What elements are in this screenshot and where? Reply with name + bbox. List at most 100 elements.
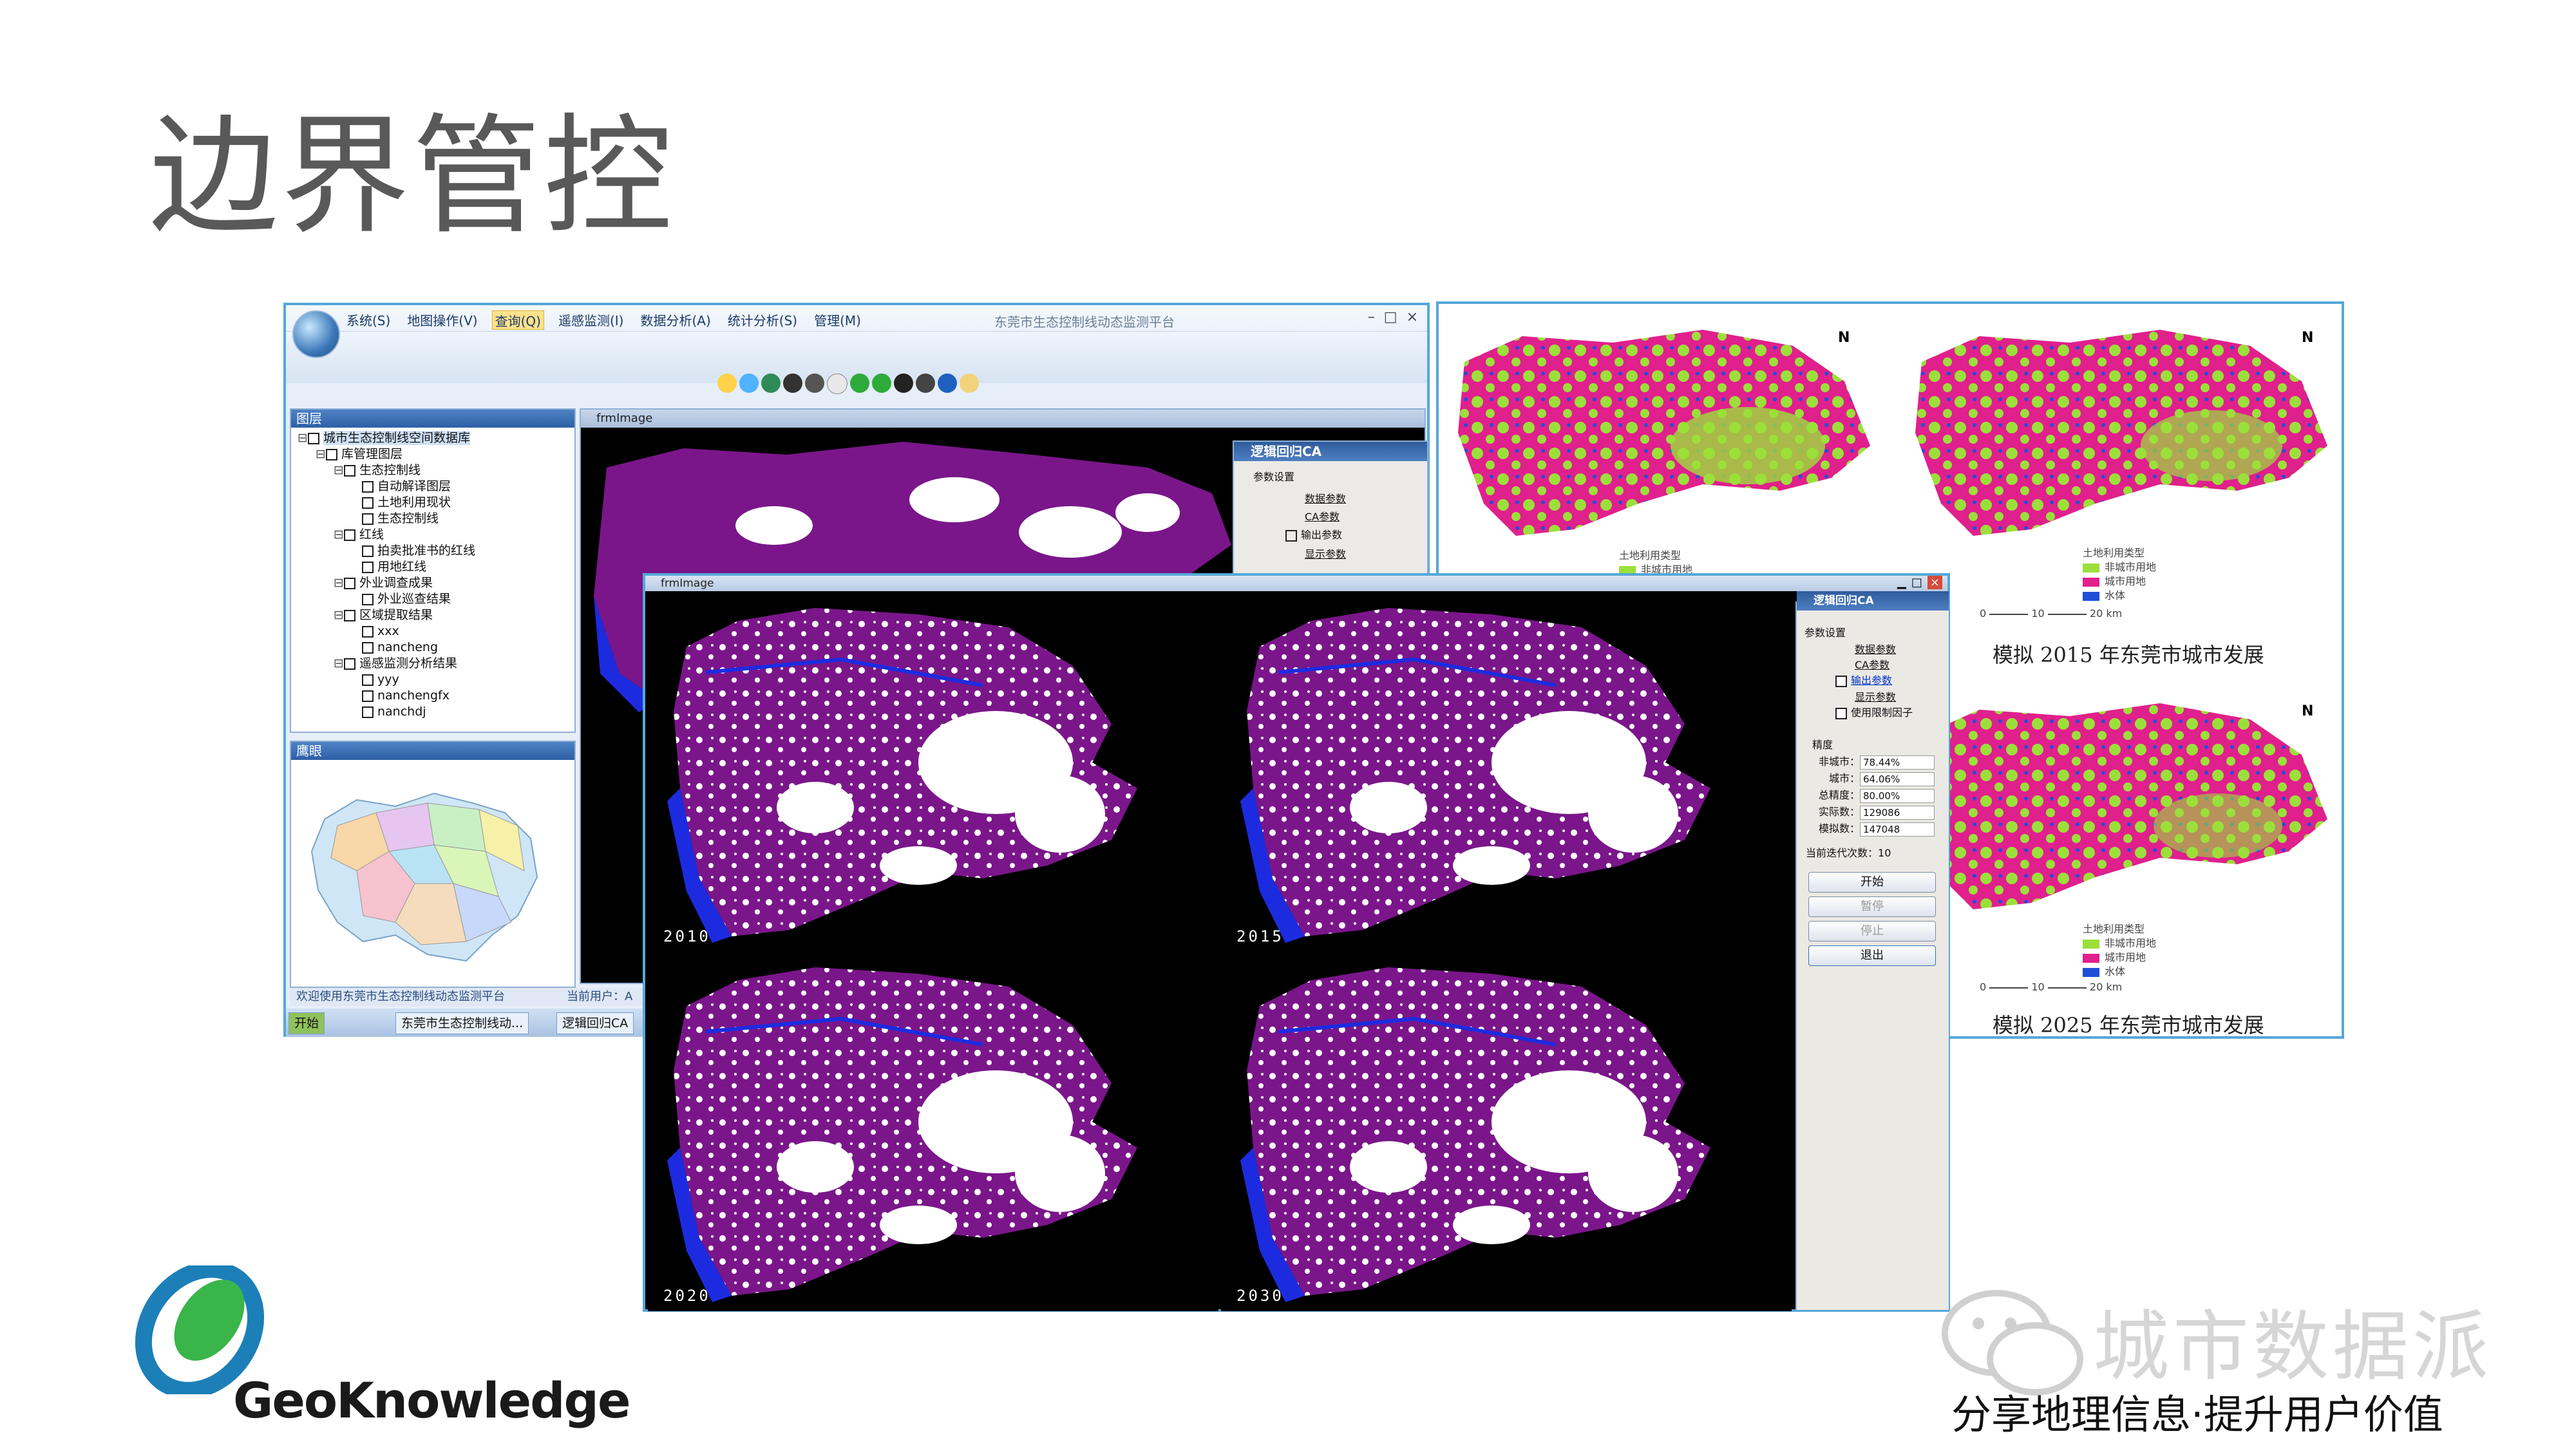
- layer-checkbox[interactable]: [362, 641, 374, 654]
- layer-node[interactable]: ⊟ 库管理图层: [298, 446, 475, 462]
- tree-expander-icon[interactable]: ⊟: [334, 527, 344, 543]
- menu-statistics[interactable]: 统计分析(S): [725, 310, 800, 330]
- info-icon[interactable]: [938, 374, 957, 393]
- layer-checkbox[interactable]: [362, 513, 374, 525]
- app-orb-button[interactable]: [292, 310, 340, 358]
- layer-node[interactable]: 用地红线: [298, 559, 475, 575]
- stop-ca-button[interactable]: 停止: [1808, 921, 1936, 942]
- menu-manage[interactable]: 管理(M): [811, 310, 864, 330]
- menu-data-analysis[interactable]: 数据分析(A): [638, 310, 713, 330]
- metric-row: 城市： 64.06%: [1806, 770, 1935, 787]
- layer-node[interactable]: ⊟ 遥感监测分析结果: [298, 656, 475, 672]
- zoom-in-icon[interactable]: [717, 374, 737, 393]
- layer-node[interactable]: 自动解译图层: [298, 478, 475, 495]
- tree-expander-icon[interactable]: ⊟: [334, 462, 344, 478]
- overview-map[interactable]: [299, 774, 556, 974]
- menu-system[interactable]: 系统(S): [344, 310, 393, 330]
- back-arrow-icon[interactable]: [850, 374, 869, 393]
- layer-checkbox[interactable]: [362, 480, 374, 493]
- logistic-ca-dialog: 逻辑回归CA 参数设置 数据参数 CA参数 输出参数 显示参数 使用限制因子 精…: [1795, 591, 1949, 1310]
- layer-node[interactable]: 外业巡查结果: [298, 591, 475, 607]
- zoom-out-icon[interactable]: [739, 374, 759, 393]
- layer-node[interactable]: nancheng: [298, 639, 475, 656]
- menu-map-ops[interactable]: 地图操作(V): [404, 310, 480, 330]
- layer-node[interactable]: nanchengfx: [298, 688, 475, 704]
- pause-ca-button[interactable]: 暂停: [1808, 896, 1936, 917]
- layer-checkbox[interactable]: [326, 448, 337, 460]
- sim-panel-2015[interactable]: 2015: [1221, 595, 1792, 952]
- ca-output-checkbox[interactable]: [1835, 675, 1847, 687]
- start-ca-button[interactable]: 开始: [1808, 872, 1936, 893]
- ca-data-params-link[interactable]: 数据参数: [1855, 641, 1896, 658]
- forward-arrow-icon[interactable]: [872, 374, 891, 393]
- frm-big-maximize-button[interactable]: □: [1911, 576, 1922, 589]
- ca-display-params-link[interactable]: 显示参数: [1855, 689, 1896, 706]
- layer-node[interactable]: 土地利用现状: [298, 495, 475, 511]
- layer-node[interactable]: yyy: [298, 672, 475, 688]
- layer-checkbox[interactable]: [362, 497, 374, 509]
- layer-node[interactable]: xxx: [298, 623, 475, 639]
- clear-select-icon[interactable]: [916, 374, 935, 393]
- layer-node[interactable]: nanchdj: [298, 704, 475, 720]
- minimize-button[interactable]: –: [1368, 309, 1375, 325]
- tree-expander-icon[interactable]: ⊟: [316, 446, 326, 462]
- layer-node[interactable]: ⊟ 城市生态控制线空间数据库: [298, 430, 475, 446]
- sim-panel-2030[interactable]: 2030: [1221, 954, 1792, 1311]
- layer-checkbox[interactable]: [344, 464, 355, 477]
- layer-checkbox[interactable]: [362, 706, 374, 718]
- menu-rs-monitor[interactable]: 遥感监测(I): [556, 310, 627, 330]
- fixed-zoom-icon[interactable]: [805, 374, 824, 393]
- layer-checkbox[interactable]: [362, 545, 374, 557]
- taskbar-item-ca[interactable]: 逻辑回归CA: [556, 1012, 634, 1034]
- layer-checkbox[interactable]: [344, 658, 355, 670]
- close-button[interactable]: ×: [1406, 309, 1418, 325]
- layer-checkbox[interactable]: [362, 690, 374, 702]
- metric-value-field[interactable]: 64.06%: [1860, 772, 1935, 786]
- ca-limit-checkbox[interactable]: [1835, 707, 1847, 719]
- frm-big-minimize-button[interactable]: ▁: [1897, 576, 1906, 589]
- metric-value-field[interactable]: 129086: [1860, 805, 1935, 820]
- ca-output-label[interactable]: 输出参数: [1851, 674, 1892, 687]
- layer-checkbox[interactable]: [344, 577, 355, 589]
- taskbar-item-platform[interactable]: 东莞市生态控制线动...: [395, 1012, 529, 1034]
- metric-value-field[interactable]: 147048: [1860, 822, 1935, 837]
- ca-params-link[interactable]: CA参数: [1305, 509, 1340, 526]
- layer-checkbox[interactable]: [362, 674, 374, 686]
- sim-panel-2010[interactable]: 2010: [648, 595, 1218, 952]
- layer-node[interactable]: 拍卖批准书的红线: [298, 543, 475, 559]
- measure-icon[interactable]: [960, 374, 979, 393]
- layer-node[interactable]: ⊟ 红线: [298, 527, 475, 543]
- sim-panel-2020[interactable]: 2020: [648, 954, 1218, 1311]
- layer-checkbox[interactable]: [308, 432, 319, 444]
- layer-label: 拍卖批准书的红线: [377, 544, 476, 558]
- layer-checkbox[interactable]: [344, 609, 355, 621]
- frm-big-close-button[interactable]: ×: [1927, 576, 1942, 589]
- output-params-checkbox[interactable]: [1285, 529, 1297, 542]
- layer-checkbox[interactable]: [344, 529, 355, 541]
- metric-value-field[interactable]: 78.44%: [1860, 755, 1935, 770]
- layer-checkbox[interactable]: [362, 561, 374, 573]
- layer-node[interactable]: ⊟ 生态控制线: [298, 462, 475, 478]
- layer-node[interactable]: ⊟ 区域提取结果: [298, 607, 475, 623]
- tree-expander-icon[interactable]: ⊟: [334, 607, 344, 623]
- tree-expander-icon[interactable]: ⊟: [334, 656, 344, 672]
- start-button[interactable]: 开始: [289, 1012, 325, 1034]
- scale-20: 20 km: [2089, 607, 2123, 620]
- select-icon[interactable]: [894, 374, 913, 393]
- menu-query[interactable]: 查询(Q): [491, 310, 544, 330]
- full-extent-icon[interactable]: [783, 374, 802, 393]
- ca-ca-params-link[interactable]: CA参数: [1855, 657, 1889, 674]
- tree-expander-icon[interactable]: ⊟: [298, 430, 308, 446]
- data-params-link[interactable]: 数据参数: [1305, 491, 1346, 507]
- display-params-link[interactable]: 显示参数: [1305, 546, 1346, 563]
- layer-checkbox[interactable]: [362, 593, 374, 605]
- metric-value-field[interactable]: 80.00%: [1860, 788, 1935, 803]
- tree-expander-icon[interactable]: ⊟: [334, 575, 344, 591]
- globe-icon[interactable]: [761, 374, 781, 393]
- layer-node[interactable]: ⊟ 外业调查成果: [298, 575, 475, 591]
- pan-hand-icon[interactable]: [827, 374, 848, 394]
- exit-ca-button[interactable]: 退出: [1808, 945, 1936, 966]
- maximize-button[interactable]: □: [1384, 309, 1397, 325]
- layer-node[interactable]: 生态控制线: [298, 511, 475, 527]
- layer-checkbox[interactable]: [362, 625, 374, 638]
